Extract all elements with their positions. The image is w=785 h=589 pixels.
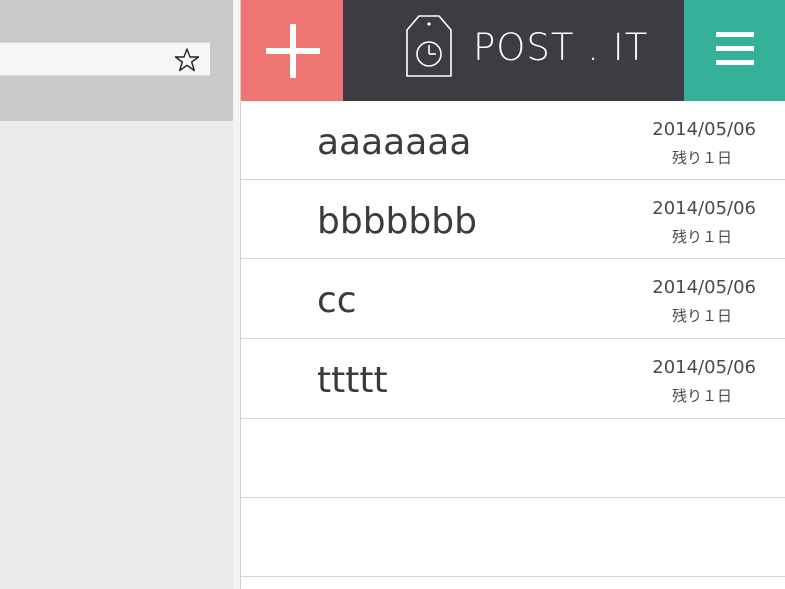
post-remaining-days: 残り１日 — [671, 149, 732, 167]
post-item[interactable]: bbbbbbb 2014/05/06 残り１日 — [241, 180, 785, 259]
post-title: aaaaaaa — [317, 122, 472, 163]
post-item[interactable]: ttttt 2014/05/06 残り１日 — [241, 339, 785, 419]
post-date: 2014/05/06 — [652, 119, 756, 140]
tag-clock-icon — [406, 15, 452, 77]
hamburger-menu-icon — [716, 32, 754, 65]
star-icon[interactable] — [174, 47, 200, 73]
post-remaining-days: 残り１日 — [671, 307, 732, 325]
empty-list-row — [241, 419, 785, 498]
empty-list-row — [241, 498, 785, 577]
browser-chrome — [0, 0, 233, 589]
post-date: 2014/05/06 — [652, 357, 756, 378]
app-title: POST . IT — [473, 26, 649, 69]
post-list: aaaaaaa 2014/05/06 残り１日 bbbbbbb 2014/05/… — [241, 101, 785, 577]
window-divider — [233, 0, 240, 589]
plus-icon — [266, 24, 320, 78]
post-it-app: POST . IT aaaaaaa 2014/05/06 残り１日 bbbbbb… — [240, 0, 785, 589]
post-title: cc — [317, 280, 357, 321]
post-date: 2014/05/06 — [652, 277, 756, 298]
post-item[interactable]: aaaaaaa 2014/05/06 残り１日 — [241, 101, 785, 180]
browser-toolbar — [0, 0, 233, 121]
post-title: bbbbbbb — [317, 201, 477, 242]
post-title: ttttt — [317, 360, 388, 401]
menu-button[interactable] — [684, 0, 785, 101]
post-item[interactable]: cc 2014/05/06 残り１日 — [241, 259, 785, 339]
post-remaining-days: 残り１日 — [671, 387, 732, 405]
app-header: POST . IT — [241, 0, 785, 101]
post-remaining-days: 残り１日 — [671, 228, 732, 246]
post-date: 2014/05/06 — [652, 198, 756, 219]
add-post-button[interactable] — [241, 0, 343, 101]
